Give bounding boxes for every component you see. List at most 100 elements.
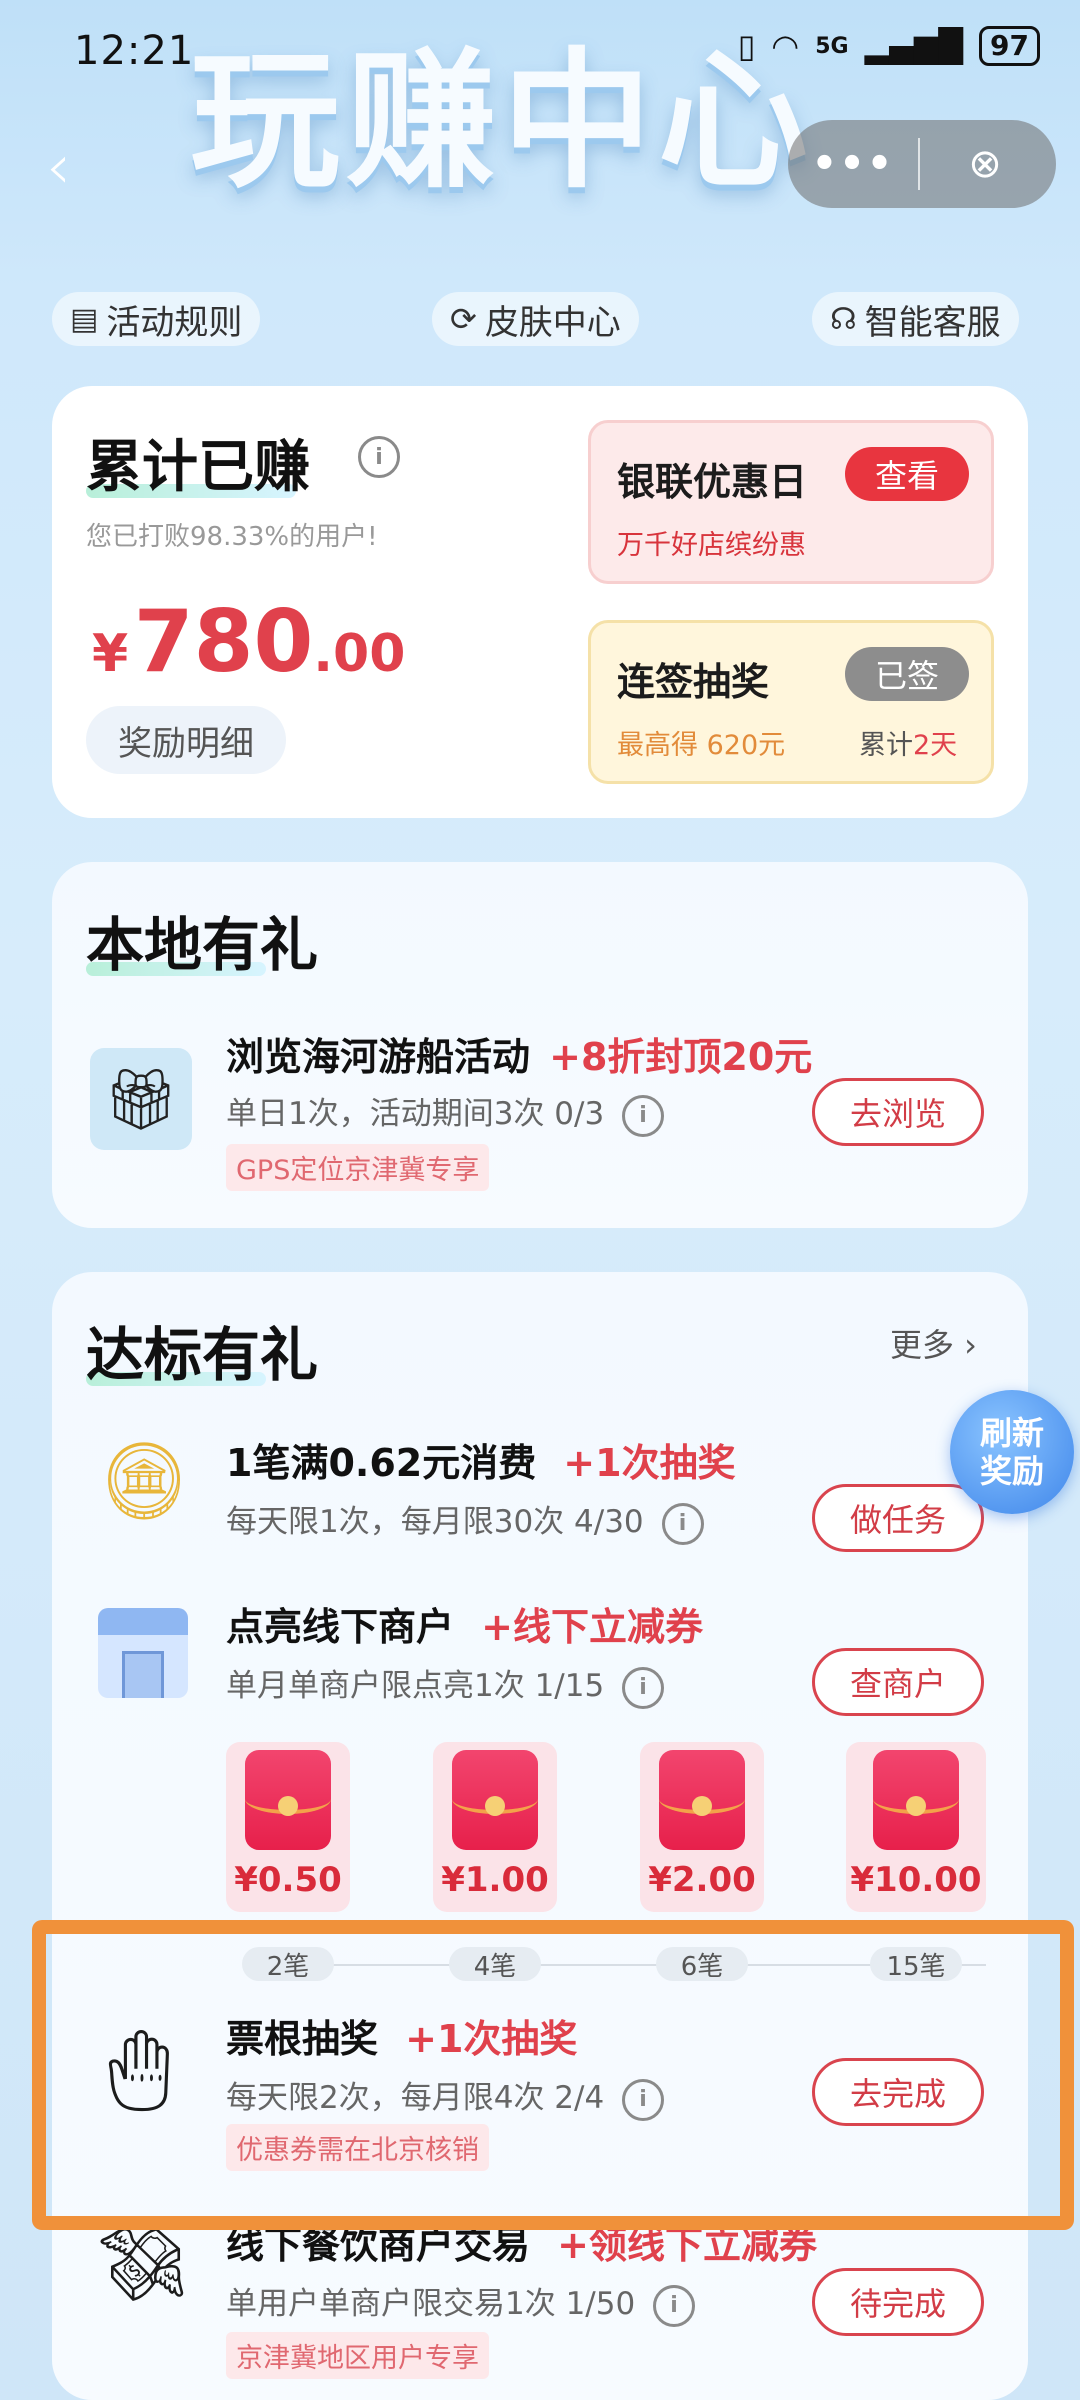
info-icon[interactable]: i (622, 1094, 665, 1137)
skin-center-link[interactable]: ⟳ 皮肤中心 (432, 292, 639, 346)
red-packet-icon (452, 1750, 538, 1850)
red-packet-item[interactable]: ¥0.50 (226, 1742, 350, 1912)
task-bonus: +领线下立减券 (557, 2223, 817, 2267)
local-gifts-title: 本地有礼 (86, 911, 319, 979)
gift-icon: 🎁︎ (90, 1048, 192, 1150)
view-merchants-button[interactable]: 查商户 (812, 1648, 984, 1716)
amount-integer: 780 (133, 592, 314, 692)
earnings-title: 累计已赚 (86, 435, 310, 500)
streak-prefix: 累计 (859, 730, 913, 761)
earnings-subtitle: 您已打败98.33%的用户! (86, 522, 378, 552)
network-label: 5G (815, 33, 849, 59)
task3-sub: 每天限2次，每月限4次 2/4 i (226, 2072, 665, 2121)
local-task-sub: 单日1次，活动期间3次 0/3 i (226, 1088, 665, 1137)
back-arrow-icon[interactable]: ‹ (46, 130, 71, 203)
complete-button[interactable]: 去完成 (812, 2058, 984, 2126)
red-packet-icon (245, 1750, 331, 1850)
earnings-card: 累计已赚 i 您已打败98.33%的用户! ¥ 780.00 奖励明细 银联优惠… (52, 386, 1028, 818)
task-sub-text: 每天限2次，每月限4次 2/4 (226, 2080, 605, 2116)
view-button[interactable]: 查看 (845, 447, 969, 501)
storefront-door (122, 1651, 164, 1698)
red-packet-value: ¥10.00 (850, 1860, 982, 1900)
max-reward-prefix: 最高得 (617, 730, 698, 761)
step-label: 2笔 (242, 1947, 334, 1982)
task-title: 浏览海河游船活动 (226, 1035, 531, 1079)
more-link[interactable]: 更多 › (890, 1320, 977, 1366)
document-icon: ▤ (70, 301, 99, 337)
info-icon[interactable]: i (661, 1502, 704, 1545)
red-packet-item[interactable]: ¥10.00 (846, 1742, 986, 1912)
reward-detail-button[interactable]: 奖励明细 (86, 706, 286, 774)
info-icon[interactable]: i (622, 2078, 665, 2121)
signal-icon: ▂▄▆█ (864, 27, 964, 65)
task-bonus: +1次抽奖 (563, 1441, 736, 1485)
rules-label: 活动规则 (106, 302, 243, 343)
mini-program-capsule: ••• ⊗ (788, 120, 1056, 208)
task-sub-text: 每天限1次，每月限30次 4/30 (226, 1504, 644, 1540)
signed-button: 已签 (845, 647, 969, 701)
red-packet-value: ¥0.50 (234, 1860, 342, 1900)
target-gifts-title: 达标有礼 (86, 1321, 319, 1389)
red-packet-icon (659, 1750, 745, 1850)
refresh-icon: ⟳ (450, 300, 477, 338)
task-sub-text: 单月单商户限点亮1次 1/15 (226, 1668, 605, 1704)
checkin-lottery-card[interactable]: 连签抽奖 已签 最高得 620元 累计2天 (588, 620, 994, 784)
red-packet-item[interactable]: ¥1.00 (433, 1742, 557, 1912)
task-title: 点亮线下商户 (226, 1605, 455, 1649)
info-icon[interactable]: i (358, 436, 400, 478)
red-packet-value: ¥2.00 (648, 1860, 756, 1900)
pending-button[interactable]: 待完成 (812, 2268, 984, 2336)
red-packet-ladder: ¥0.50 2笔 ¥1.00 4笔 ¥2.00 6笔 ¥10.00 15笔 (226, 1742, 1026, 1992)
battery-icon: 97 (979, 26, 1040, 66)
red-packet-icon (873, 1750, 959, 1850)
unionpay-day-card[interactable]: 银联优惠日 查看 万千好店缤纷惠 (588, 420, 994, 584)
customer-service-link[interactable]: ☊ 智能客服 (812, 292, 1019, 346)
money-hand-icon: 💸︎ (96, 2222, 188, 2306)
streak-count: 累计2天 (859, 723, 957, 762)
task-bonus: +1次抽奖 (405, 2017, 578, 2061)
gold-coins-icon: 🪙︎ (96, 1436, 193, 1525)
task-sub-text: 单用户单商户限交易1次 1/50 (226, 2286, 636, 2322)
step-label: 4笔 (449, 1947, 541, 1982)
refresh-badge-line1: 刷新 (979, 1414, 1044, 1452)
page-hero-title: 玩赚中心 (190, 35, 815, 209)
red-packet-value: ¥1.00 (441, 1860, 549, 1900)
browse-button[interactable]: 去浏览 (812, 1078, 984, 1146)
task4-sub: 单用户单商户限交易1次 1/50 i (226, 2278, 696, 2327)
red-packet-item[interactable]: ¥2.00 (640, 1742, 764, 1912)
rules-link[interactable]: ▤ 活动规则 (52, 292, 261, 346)
refresh-rewards-badge[interactable]: 刷新 奖励 (950, 1390, 1074, 1514)
task-title: 票根抽奖 (226, 2017, 379, 2061)
skin-center-label: 皮肤中心 (484, 302, 621, 343)
unionpay-day-title: 银联优惠日 (617, 460, 808, 504)
streak-value: 2天 (913, 730, 958, 761)
gps-tag: GPS定位京津冀专享 (226, 1144, 490, 1191)
task2-sub: 单月单商户限点亮1次 1/15 i (226, 1660, 665, 1709)
info-icon[interactable]: i (622, 1666, 665, 1709)
task-title: 线下餐饮商户交易 (226, 2223, 531, 2267)
more-button[interactable]: ••• (788, 141, 918, 187)
checkin-lottery-title: 连签抽奖 (617, 660, 770, 704)
task1-title-row: 1笔满0.62元消费 +1次抽奖 (226, 1432, 736, 1487)
max-reward: 最高得 620元 (617, 723, 785, 762)
status-time: 12:21 (74, 28, 195, 74)
task-title: 1笔满0.62元消费 (226, 1441, 537, 1485)
customer-service-label: 智能客服 (864, 302, 1001, 343)
do-task-button[interactable]: 做任务 (812, 1484, 984, 1552)
currency-symbol: ¥ (92, 624, 129, 684)
task-bonus: +8折封顶20元 (549, 1035, 813, 1079)
step-label: 15笔 (870, 1947, 962, 1982)
max-reward-value: 620元 (706, 730, 786, 761)
step-label: 6笔 (656, 1947, 748, 1982)
local-gifts-card: 本地有礼 🎁︎ 浏览海河游船活动 +8折封顶20元 单日1次，活动期间3次 0/… (52, 862, 1028, 1228)
task1-sub: 每天限1次，每月限30次 4/30 i (226, 1496, 704, 1545)
unionpay-day-subtitle: 万千好店缤纷惠 (617, 530, 806, 561)
target-gifts-card: 达标有礼 更多 › 🪙︎ 1笔满0.62元消费 +1次抽奖 每天限1次，每月限3… (52, 1272, 1028, 2400)
headset-icon: ☊ (830, 301, 857, 337)
hand-ticket-icon: 🤚︎ (88, 2024, 190, 2117)
refresh-badge-line2: 奖励 (979, 1452, 1044, 1490)
info-icon[interactable]: i (653, 2284, 696, 2327)
close-button[interactable]: ⊗ (920, 141, 1050, 187)
task-bonus: +线下立减券 (481, 1605, 703, 1649)
jjj-tag: 京津冀地区用户专享 (226, 2332, 489, 2379)
